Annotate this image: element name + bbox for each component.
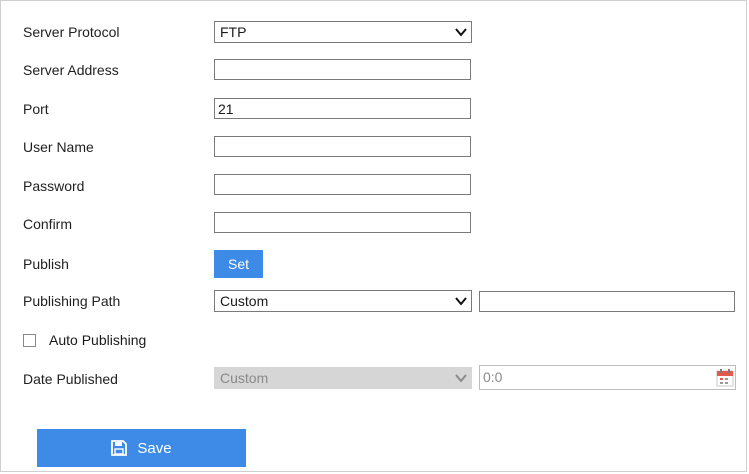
server-protocol-value: FTP <box>220 24 247 40</box>
date-published-value: Custom <box>220 370 269 386</box>
user-name-label: User Name <box>23 139 94 155</box>
auto-publishing-checkbox[interactable] <box>23 334 36 347</box>
server-address-label: Server Address <box>23 62 119 78</box>
password-input[interactable] <box>214 174 471 195</box>
password-label: Password <box>23 178 85 194</box>
floppy-disk-icon <box>111 440 128 456</box>
date-published-time-input[interactable]: 0:0 <box>479 365 736 390</box>
server-protocol-label: Server Protocol <box>23 24 120 40</box>
publishing-path-value: Custom <box>220 293 269 309</box>
chevron-down-icon <box>455 374 467 383</box>
save-button[interactable]: Save <box>37 429 246 467</box>
server-address-input[interactable] <box>214 59 471 80</box>
settings-panel: Server Protocol FTP Server Address Port … <box>0 0 747 472</box>
confirm-password-input[interactable] <box>214 212 471 233</box>
port-input[interactable] <box>214 98 471 119</box>
publishing-path-custom-input[interactable] <box>479 291 735 312</box>
server-protocol-select[interactable]: FTP <box>214 21 472 43</box>
publish-label: Publish <box>23 256 69 272</box>
date-published-select[interactable]: Custom <box>214 367 472 389</box>
confirm-label: Confirm <box>23 216 73 232</box>
date-published-label: Date Published <box>23 371 118 387</box>
chevron-down-icon <box>455 28 467 37</box>
publishing-path-label: Publishing Path <box>23 293 121 309</box>
chevron-down-icon <box>455 297 467 306</box>
publish-set-button[interactable]: Set <box>214 250 263 278</box>
auto-publishing-label: Auto Publishing <box>49 332 147 348</box>
save-button-label: Save <box>137 439 172 457</box>
date-published-time-value: 0:0 <box>483 369 503 385</box>
user-name-input[interactable] <box>214 136 471 157</box>
publishing-path-select[interactable]: Custom <box>214 290 472 312</box>
port-label: Port <box>23 101 49 117</box>
calendar-icon[interactable] <box>716 368 734 387</box>
